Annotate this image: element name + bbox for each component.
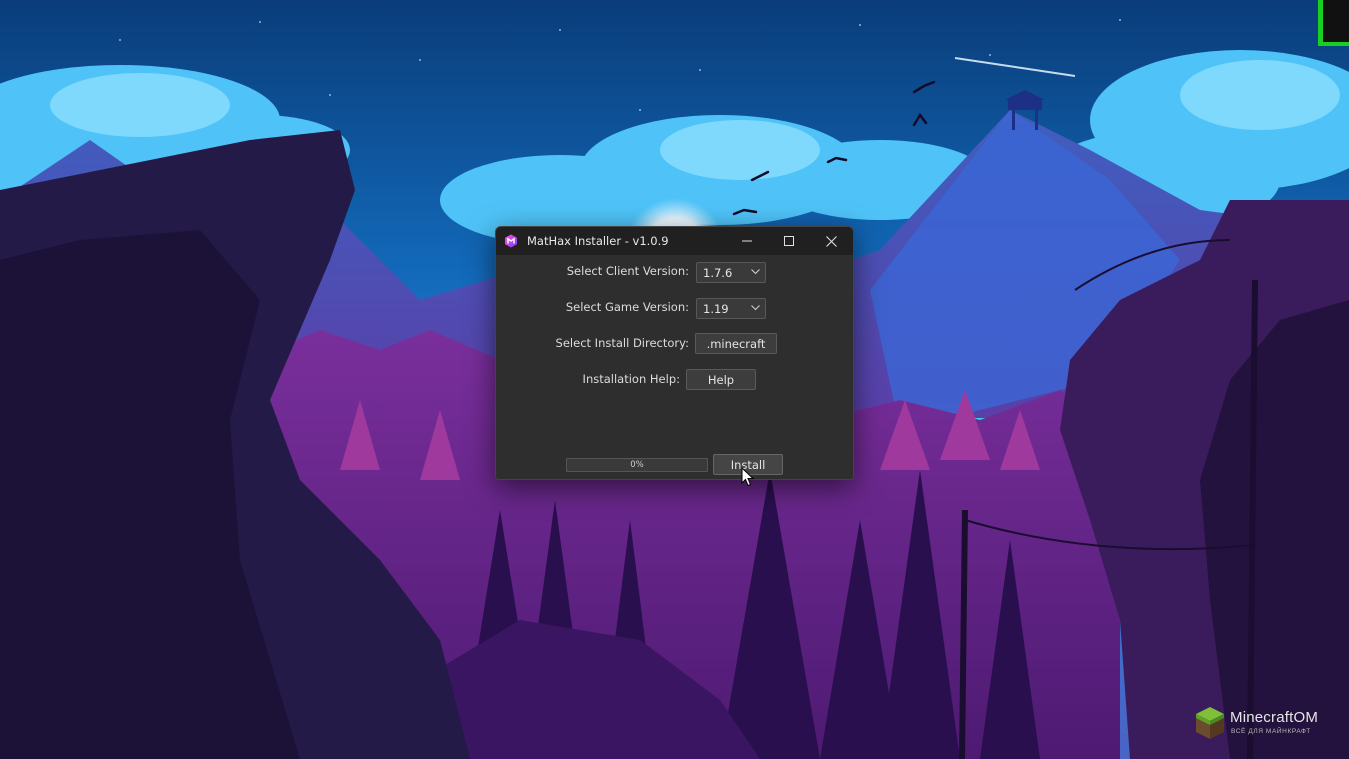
installer-window: MatHax Installer - v1.0.9 Select Client … bbox=[495, 226, 854, 480]
watermark-name: MinecraftOM bbox=[1230, 709, 1319, 726]
close-button[interactable] bbox=[810, 227, 852, 255]
client-version-label: Select Client Version: bbox=[566, 264, 689, 278]
chevron-down-icon bbox=[751, 269, 760, 275]
minecraftom-watermark: MinecraftOM ВСЁ ДЛЯ МАЙНКРАФТ bbox=[1195, 706, 1345, 746]
game-version-label: Select Game Version: bbox=[565, 300, 689, 314]
grass-block-logo-icon bbox=[1196, 707, 1224, 739]
accent-bar bbox=[1318, 0, 1323, 46]
corner-overlay bbox=[1318, 0, 1349, 46]
chevron-down-icon bbox=[751, 305, 760, 311]
installation-help-label: Installation Help: bbox=[582, 372, 680, 386]
mathax-logo-icon bbox=[505, 234, 517, 248]
watermark-subtitle: ВСЁ ДЛЯ МАЙНКРАФТ bbox=[1231, 728, 1311, 735]
maximize-button[interactable] bbox=[768, 227, 810, 255]
game-version-value: 1.19 bbox=[703, 301, 729, 316]
close-icon bbox=[825, 235, 837, 247]
accent-bar bbox=[1323, 42, 1349, 46]
maximize-icon bbox=[784, 236, 794, 246]
install-progress-bar: 0% bbox=[566, 458, 708, 472]
client-version-select[interactable]: 1.7.6 bbox=[696, 262, 766, 283]
progress-text: 0% bbox=[630, 460, 644, 470]
minimize-icon bbox=[742, 240, 752, 242]
install-button[interactable]: Install bbox=[713, 454, 783, 475]
game-version-select[interactable]: 1.19 bbox=[696, 298, 766, 319]
window-title: MatHax Installer - v1.0.9 bbox=[527, 234, 669, 248]
install-directory-label: Select Install Directory: bbox=[555, 336, 689, 350]
title-bar[interactable]: MatHax Installer - v1.0.9 bbox=[496, 227, 853, 255]
install-directory-button[interactable]: .minecraft bbox=[695, 333, 777, 354]
minimize-button[interactable] bbox=[726, 227, 768, 255]
help-button[interactable]: Help bbox=[686, 369, 756, 390]
installer-form: Select Client Version: 1.7.6 Select Game… bbox=[496, 255, 853, 479]
client-version-value: 1.7.6 bbox=[703, 265, 733, 280]
